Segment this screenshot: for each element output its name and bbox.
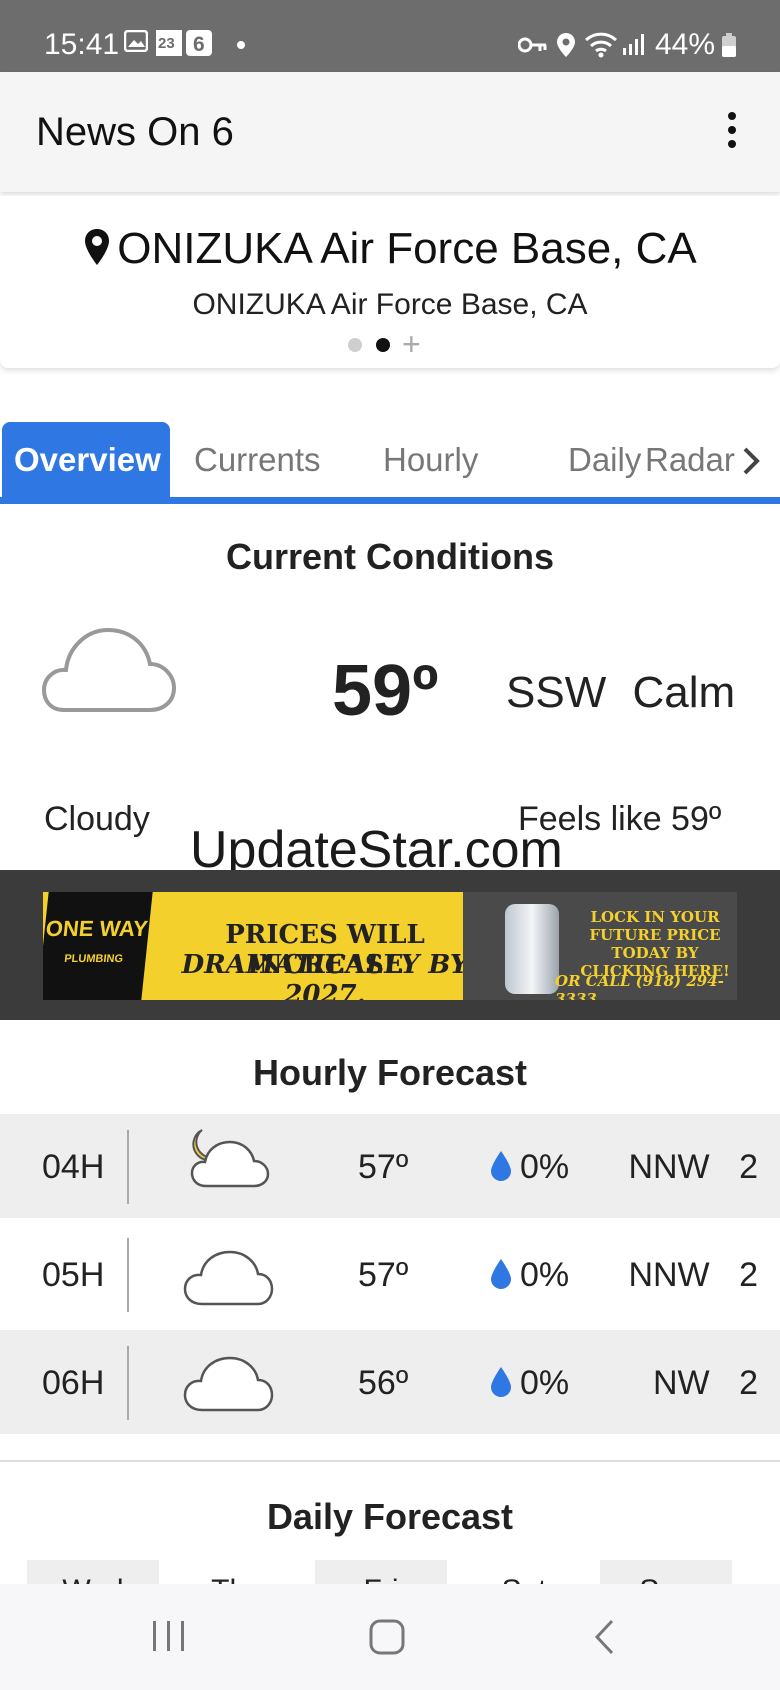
location-title: ONIZUKA Air Force Base, CA (0, 224, 780, 274)
ad-cta-text: LOCK IN YOUR FUTURE PRICE TODAY BY CLICK… (580, 908, 730, 980)
water-heater-image (505, 904, 559, 994)
location-pin-icon (85, 229, 110, 265)
location-name: ONIZUKA Air Force Base, CA (117, 224, 697, 273)
row-separator (127, 1238, 129, 1312)
hour-wind: NNW 2 (628, 1148, 758, 1186)
raindrop-icon (491, 1259, 511, 1289)
raindrop-icon (491, 1151, 511, 1181)
app-title: News On 6 (36, 110, 234, 154)
hour-wind: NW 2 (653, 1364, 758, 1402)
back-icon[interactable] (592, 1618, 616, 1656)
news-23-icon: 23 (156, 30, 182, 56)
status-time: 15:41 (44, 28, 120, 61)
hour-temp: 57º (358, 1148, 409, 1186)
row-separator (127, 1346, 129, 1420)
location-card[interactable]: ONIZUKA Air Force Base, CA ONIZUKA Air F… (0, 196, 780, 368)
hourly-row[interactable]: 05H 57º 0% NNW 2 (0, 1222, 780, 1326)
battery-percent: 44% (655, 28, 716, 61)
raindrop-icon (491, 1367, 511, 1397)
system-nav-bar (0, 1584, 780, 1690)
tab-daily[interactable]: Daily (568, 422, 641, 497)
location-subtitle: ONIZUKA Air Force Base, CA (192, 288, 588, 321)
page-dot[interactable] (348, 338, 362, 352)
current-condition: Cloudy (44, 800, 150, 838)
plus-icon[interactable]: + (402, 328, 421, 360)
tab-currents[interactable]: Currents (194, 422, 321, 497)
current-temperature: 59º (332, 651, 439, 731)
current-conditions-title: Current Conditions (226, 536, 554, 577)
key-icon (518, 37, 547, 53)
ad-logo: ONE WAY PLUMBING (43, 892, 153, 1000)
tab-overview[interactable]: Overview (2, 422, 170, 497)
hour-label: 04H (42, 1148, 105, 1186)
hourly-forecast-title: Hourly Forecast (252, 1052, 528, 1093)
status-bar: 15:41 23 6 44% (0, 0, 780, 72)
hour-label: 06H (42, 1364, 105, 1402)
battery-icon (722, 33, 736, 57)
ad-cta-panel: LOCK IN YOUR FUTURE PRICE TODAY BY CLICK… (463, 892, 737, 1000)
news-6-icon: 6 (186, 30, 212, 56)
recent-apps-icon[interactable] (150, 1618, 188, 1654)
gallery-icon (124, 30, 148, 52)
section-divider (0, 1460, 780, 1462)
daily-forecast-title: Daily Forecast (266, 1496, 514, 1537)
current-wind: SSW Calm (506, 668, 736, 717)
ad-call-text: OR CALL (918) 294-3333 (555, 972, 724, 1000)
cloud-icon (42, 627, 176, 712)
chevron-right-icon[interactable] (740, 446, 762, 476)
hour-label: 05H (42, 1256, 105, 1294)
svg-text:6: 6 (193, 33, 205, 56)
home-icon[interactable] (368, 1618, 406, 1656)
partly-cloudy-night-icon (183, 1240, 274, 1311)
location-icon (557, 33, 575, 57)
hour-temp: 56º (358, 1364, 409, 1402)
partly-cloudy-night-icon (190, 1129, 270, 1188)
svg-text:23: 23 (158, 35, 175, 52)
tab-radar[interactable]: Radar (645, 422, 735, 497)
row-separator (127, 1130, 129, 1204)
hour-wind: NNW 2 (628, 1256, 758, 1294)
wifi-icon (584, 32, 618, 58)
tab-hourly[interactable]: Hourly (383, 422, 478, 497)
ad-creative[interactable]: ONE WAY PLUMBING PRICES WILL INCREASE DRA… (43, 892, 737, 1000)
signal-icon (623, 34, 644, 55)
tab-bar: Overview Currents Hourly Daily Radar (0, 422, 780, 504)
hourly-row[interactable]: 04H 57º 0% NNW 2 (0, 1114, 780, 1218)
hour-temp: 57º (358, 1256, 409, 1294)
ad-banner: ONE WAY PLUMBING PRICES WILL INCREASE DRA… (0, 870, 780, 1020)
more-vertical-icon[interactable] (718, 112, 746, 156)
partly-cloudy-night-icon (183, 1346, 274, 1417)
app-bar: News On 6 (0, 72, 780, 192)
hourly-row[interactable]: 06H 56º 0% NW 2 (0, 1330, 780, 1434)
dot-icon (237, 41, 245, 49)
ad-headline-2: DRAMATICALLY BY 2027. (181, 950, 469, 1000)
page-indicator: + (346, 328, 426, 360)
page-dot-active[interactable] (376, 338, 390, 352)
